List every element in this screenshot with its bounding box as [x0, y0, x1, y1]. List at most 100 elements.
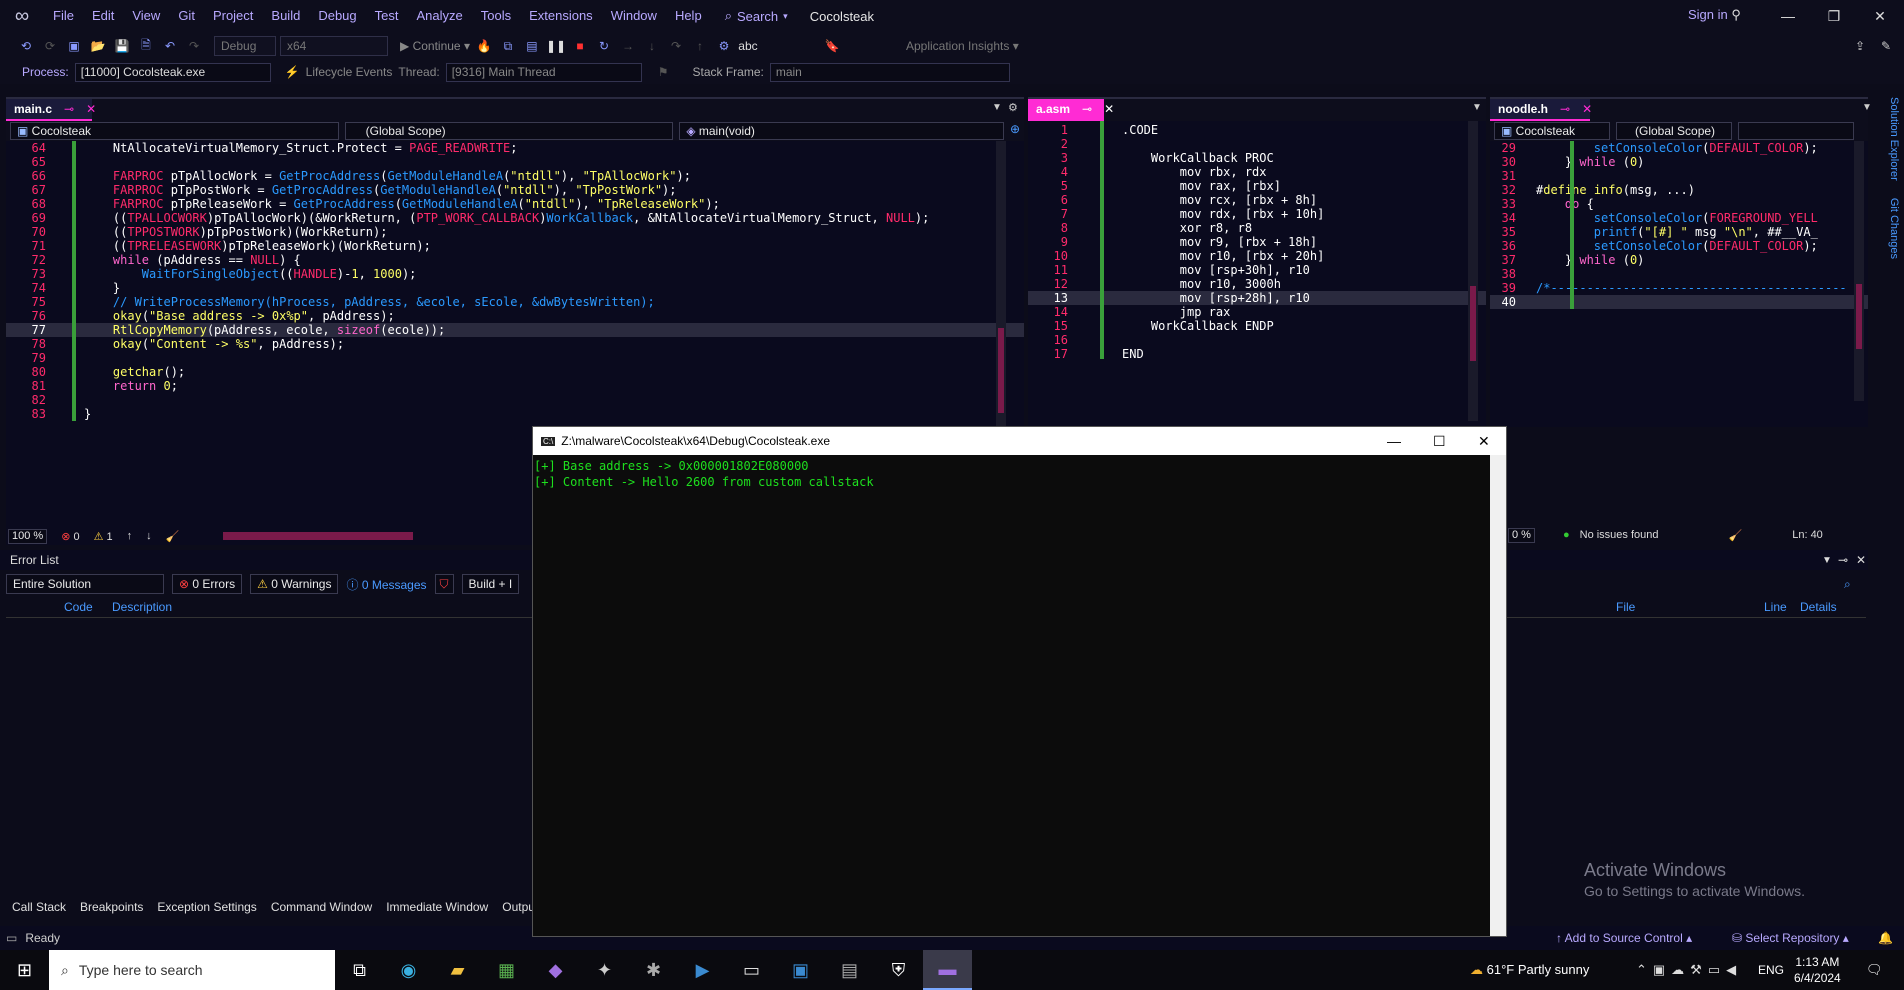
- visual-studio-logo-icon[interactable]: ∞: [0, 0, 44, 32]
- code-line[interactable]: 83}: [6, 407, 1024, 421]
- code-line[interactable]: 78 okay("Content -> %s", pAddress);: [6, 337, 1024, 351]
- warning-indicator[interactable]: ⚠ 1: [94, 530, 113, 543]
- code-line[interactable]: 72 while (pAddress == NULL) {: [6, 253, 1024, 267]
- code-line[interactable]: 17 END: [1028, 347, 1486, 361]
- tab-dropdown-icon[interactable]: ▼: [1862, 102, 1872, 113]
- close-tab-icon[interactable]: ✕: [1582, 102, 1592, 116]
- select-repository-button[interactable]: ⛁ Select Repository ▴: [1732, 931, 1849, 945]
- tab-dropdown-icon[interactable]: ▼: [1472, 102, 1482, 113]
- bug-icon[interactable]: ✱: [629, 950, 678, 990]
- tab-noodle-h[interactable]: noodle.h ⊸ ✕: [1490, 99, 1592, 121]
- code-line[interactable]: 10 mov r10, [rbx + 20h]: [1028, 249, 1486, 263]
- code-line[interactable]: 12 mov r10, 3000h: [1028, 277, 1486, 291]
- lifecycle-events-button[interactable]: Lifecycle Events: [306, 65, 393, 79]
- language-indicator[interactable]: ENG: [1758, 963, 1784, 977]
- stop-icon[interactable]: ■: [570, 39, 590, 53]
- tab-main-c[interactable]: main.c ⊸ ✕: [6, 99, 96, 121]
- tab-immediate-window[interactable]: Immediate Window: [386, 900, 488, 920]
- error-indicator[interactable]: ⊗ 0: [61, 530, 79, 543]
- open-icon[interactable]: 📂: [88, 39, 108, 53]
- code-line[interactable]: 81 return 0;: [6, 379, 1024, 393]
- vm-icon[interactable]: ▤: [825, 950, 874, 990]
- down-arrow-icon[interactable]: ↓: [146, 530, 152, 542]
- app-insights-button[interactable]: Application Insights ▾: [906, 39, 1019, 53]
- menu-test[interactable]: Test: [366, 0, 408, 32]
- pause-icon[interactable]: ❚❚: [546, 39, 566, 53]
- step-over-icon[interactable]: ↷: [666, 39, 686, 53]
- code-line[interactable]: 80 getchar();: [6, 365, 1024, 379]
- menu-edit[interactable]: Edit: [83, 0, 123, 32]
- flag-icon[interactable]: ⚑: [658, 65, 669, 79]
- add-source-control-button[interactable]: ↑ Add to Source Control ▴: [1556, 931, 1692, 945]
- code-line[interactable]: 31: [1490, 169, 1868, 183]
- errors-filter-button[interactable]: ⊗ 0 Errors: [172, 574, 243, 594]
- powershell-icon[interactable]: ▶: [678, 950, 727, 990]
- code-line[interactable]: 66 FARPROC pTpAllocWork = GetProcAddress…: [6, 169, 1024, 183]
- code-line[interactable]: 29 setConsoleColor(DEFAULT_COLOR);: [1490, 141, 1868, 155]
- function-dropdown[interactable]: [1738, 122, 1854, 140]
- spell-icon[interactable]: abc: [738, 39, 758, 53]
- code-line[interactable]: 8 xor r8, r8: [1028, 221, 1486, 235]
- terminal-icon[interactable]: ▭: [727, 950, 776, 990]
- code-line[interactable]: 82: [6, 393, 1024, 407]
- new-project-icon[interactable]: ▣: [64, 39, 84, 53]
- pin-icon[interactable]: ⊸: [1082, 102, 1092, 116]
- code-line[interactable]: 4 mov rbx, rdx: [1028, 165, 1486, 179]
- file-explorer-icon[interactable]: ▰: [433, 950, 482, 990]
- code-line[interactable]: 35 printf("[#] " msg "\n", ##__VA_: [1490, 225, 1868, 239]
- restart-icon[interactable]: ↻: [594, 39, 614, 53]
- split-icon[interactable]: ⊕: [1010, 122, 1020, 140]
- tab-breakpoints[interactable]: Breakpoints: [80, 900, 143, 920]
- code-line[interactable]: 39 /*------------------------------------…: [1490, 281, 1868, 295]
- code-line[interactable]: 37 } while (0): [1490, 253, 1868, 267]
- bookmark-icon[interactable]: 🔖: [822, 39, 842, 53]
- code-line[interactable]: 5 mov rax, [rbx]: [1028, 179, 1486, 193]
- console-titlebar[interactable]: C:\ Z:\malware\Cocolsteak\x64\Debug\Coco…: [533, 427, 1506, 455]
- asm-code-area[interactable]: 1 .CODE 2 3 WorkCallback PROC 4 mov rbx, rdx…: [1028, 121, 1486, 421]
- tray-icons[interactable]: ⌃▣☁⚒▭◀: [1636, 962, 1742, 978]
- code-line[interactable]: 32 #define info(msg, ...): [1490, 183, 1868, 197]
- restore-button[interactable]: ❐: [1812, 4, 1856, 28]
- code-line[interactable]: 3 WorkCallback PROC: [1028, 151, 1486, 165]
- tab-exception-settings[interactable]: Exception Settings: [157, 900, 256, 920]
- thread-dropdown[interactable]: [9316] Main Thread: [445, 62, 642, 82]
- menu-analyze[interactable]: Analyze: [407, 0, 471, 32]
- pin-icon[interactable]: ⊸: [64, 102, 74, 116]
- close-tab-icon[interactable]: ✕: [86, 102, 96, 116]
- function-dropdown[interactable]: ◈ main(void): [679, 122, 1004, 140]
- notepad-icon[interactable]: ▦: [482, 950, 531, 990]
- maximize-button[interactable]: ☐: [1433, 433, 1446, 450]
- code-line[interactable]: 69 ((TPALLOCWORK)pTpAllocWork)(&WorkRetu…: [6, 211, 1024, 225]
- code-line[interactable]: 76 okay("Base address -> 0x%p", pAddress…: [6, 309, 1024, 323]
- git-changes-tab[interactable]: Git Changes: [1888, 198, 1900, 259]
- header-code-area[interactable]: 29 setConsoleColor(DEFAULT_COLOR); 30 } w…: [1490, 141, 1868, 401]
- code-line[interactable]: 75 // WriteProcessMemory(hProcess, pAddr…: [6, 295, 1024, 309]
- code-line[interactable]: 30 } while (0): [1490, 155, 1868, 169]
- console-window[interactable]: C:\ Z:\malware\Cocolsteak\x64\Debug\Coco…: [532, 426, 1507, 937]
- save-icon[interactable]: 💾: [112, 39, 132, 53]
- attach-icon[interactable]: ⧉: [498, 39, 518, 54]
- clock[interactable]: 1:13 AM 6/4/2024: [1794, 954, 1841, 986]
- security-icon[interactable]: ⛨: [874, 950, 923, 990]
- code-line[interactable]: 15 WorkCallback ENDP: [1028, 319, 1486, 333]
- pin-icon[interactable]: ⊸: [1560, 102, 1570, 116]
- up-arrow-icon[interactable]: ↑: [127, 530, 133, 542]
- horizontal-scrollbar[interactable]: [223, 532, 414, 540]
- column-file[interactable]: File: [1616, 600, 1635, 614]
- notifications-icon[interactable]: 🔔: [1878, 931, 1893, 945]
- column-details[interactable]: Details: [1800, 600, 1837, 614]
- console-scrollbar[interactable]: [1490, 455, 1506, 936]
- step-out-icon[interactable]: ↑: [690, 39, 710, 53]
- menu-tools[interactable]: Tools: [472, 0, 520, 32]
- tab-command-window[interactable]: Command Window: [271, 900, 372, 920]
- redo-icon[interactable]: ↷: [184, 39, 204, 53]
- process-dropdown[interactable]: [11000] Cocolsteak.exe: [74, 62, 271, 82]
- code-line[interactable]: 1 .CODE: [1028, 123, 1486, 137]
- messages-filter-button[interactable]: ⓘ 0 Messages: [346, 576, 426, 593]
- close-tab-icon[interactable]: ✕: [1104, 102, 1114, 116]
- column-description[interactable]: Description: [112, 600, 172, 614]
- filter-icon[interactable]: ⛉: [434, 574, 454, 594]
- menu-build[interactable]: Build: [262, 0, 309, 32]
- search-icon[interactable]: ⌕: [1844, 577, 1851, 592]
- vertical-scrollbar[interactable]: [1854, 141, 1864, 401]
